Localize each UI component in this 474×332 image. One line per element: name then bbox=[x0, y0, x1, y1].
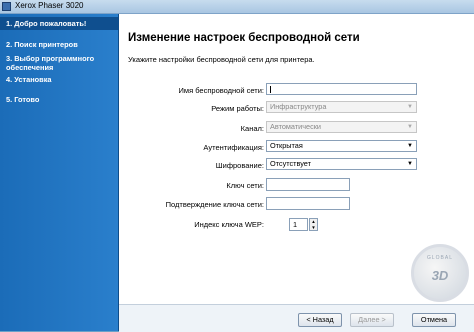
title-bar: Xerox Phaser 3020 bbox=[0, 0, 474, 14]
network-key-confirm-input[interactable] bbox=[266, 197, 350, 210]
watermark-logo: GLOBAL 3D bbox=[411, 244, 469, 302]
chevron-down-icon: ▼ bbox=[407, 143, 413, 149]
network-key-confirm-label: Подтверждение ключа сети: bbox=[165, 200, 264, 209]
channel-label: Канал: bbox=[240, 124, 264, 133]
wep-index-stepper[interactable]: ▲ ▼ bbox=[309, 218, 318, 231]
sidebar-step-done[interactable]: 5. Готово bbox=[0, 93, 118, 106]
auth-label: Аутентификация: bbox=[203, 143, 264, 152]
encryption-label: Шифрование: bbox=[215, 161, 264, 170]
sidebar-step-welcome[interactable]: 1. Добро пожаловать! bbox=[0, 17, 118, 30]
arrow-down-icon[interactable]: ▼ bbox=[310, 225, 317, 231]
mode-select[interactable]: Инфраструктура ▼ bbox=[266, 101, 417, 113]
sidebar-step-select-software[interactable]: 3. Выбор программного обеспечения bbox=[0, 52, 118, 74]
next-button[interactable]: Далее > bbox=[350, 313, 394, 327]
window-title: Xerox Phaser 3020 bbox=[15, 1, 84, 10]
encryption-select[interactable]: Отсутствует ▼ bbox=[266, 158, 417, 170]
sidebar-step-find-printers[interactable]: 2. Поиск принтеров bbox=[0, 38, 118, 51]
ssid-label: Имя беспроводной сети: bbox=[178, 86, 264, 95]
channel-select[interactable]: Автоматически ▼ bbox=[266, 121, 417, 133]
sidebar-step-install[interactable]: 4. Установка bbox=[0, 73, 118, 86]
watermark-mark: 3D bbox=[431, 268, 449, 283]
ssid-input[interactable] bbox=[266, 83, 417, 95]
printer-icon bbox=[2, 2, 11, 11]
wizard-sidebar: 1. Добро пожаловать! 2. Поиск принтеров … bbox=[0, 14, 119, 331]
wep-index-input[interactable]: 1 bbox=[289, 218, 308, 231]
page-subtitle: Укажите настройки беспроводной сети для … bbox=[128, 55, 315, 64]
chevron-down-icon: ▼ bbox=[407, 104, 413, 110]
auth-select[interactable]: Открытая ▼ bbox=[266, 140, 417, 152]
mode-label: Режим работы: bbox=[211, 104, 264, 113]
mode-value: Инфраструктура bbox=[270, 102, 327, 111]
page-title: Изменение настроек беспроводной сети bbox=[128, 32, 360, 44]
channel-value: Автоматически bbox=[270, 122, 322, 131]
chevron-down-icon: ▼ bbox=[407, 161, 413, 167]
network-key-input[interactable] bbox=[266, 178, 350, 191]
network-key-label: Ключ сети: bbox=[226, 181, 264, 190]
main-panel: Изменение настроек беспроводной сети Ука… bbox=[119, 14, 474, 304]
chevron-down-icon: ▼ bbox=[407, 124, 413, 130]
watermark-text: GLOBAL bbox=[426, 255, 453, 261]
wizard-button-bar: < Назад Далее > Отмена bbox=[119, 304, 474, 332]
cancel-button[interactable]: Отмена bbox=[412, 313, 456, 327]
encryption-value: Отсутствует bbox=[270, 159, 311, 168]
auth-value: Открытая bbox=[270, 141, 303, 150]
wep-index-label: Индекс ключа WEP: bbox=[194, 220, 264, 229]
back-button[interactable]: < Назад bbox=[298, 313, 342, 327]
text-cursor bbox=[270, 86, 271, 93]
